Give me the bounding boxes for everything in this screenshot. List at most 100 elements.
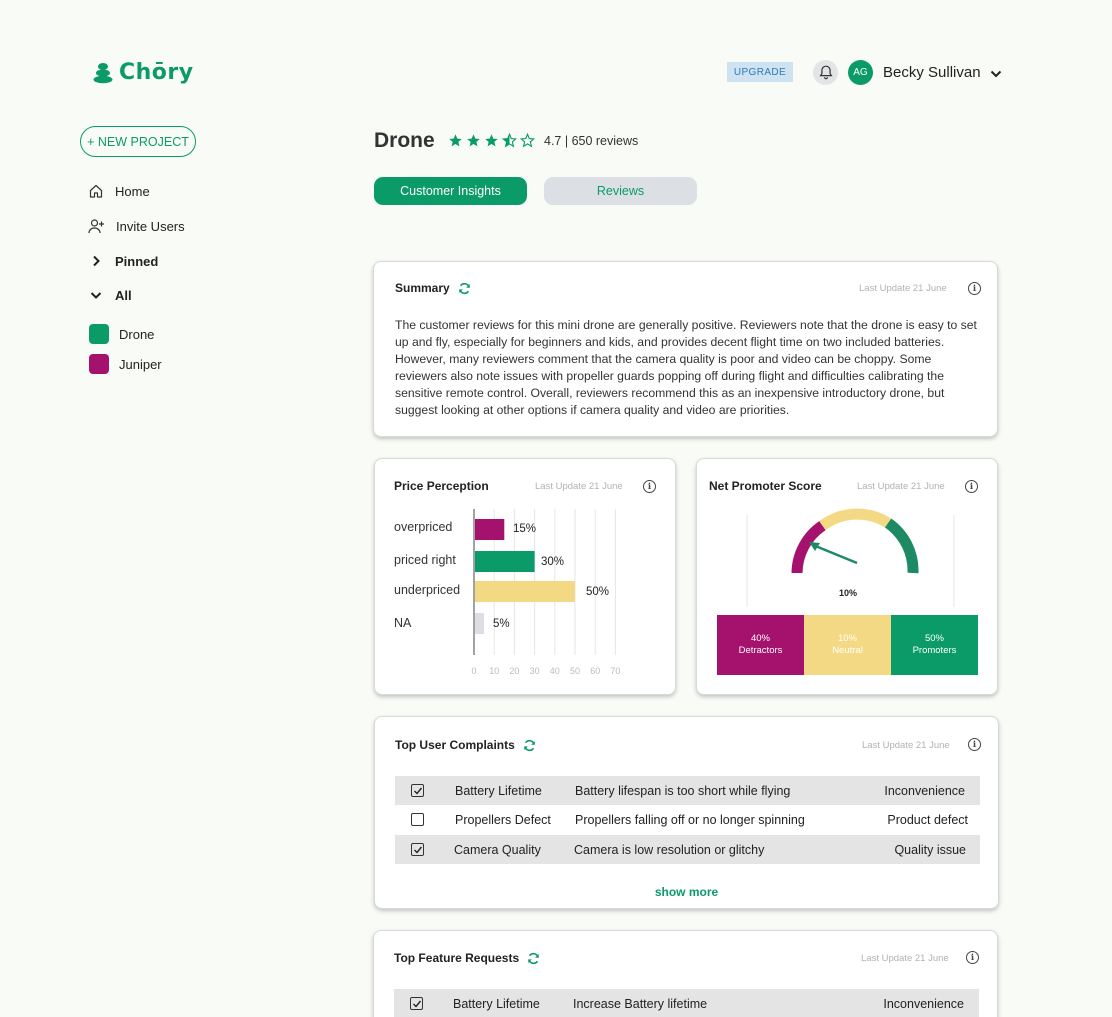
bar-category-label: underpriced [394,583,461,597]
star-empty-icon [520,133,535,148]
summary-title: Summary [395,281,450,295]
sidebar-item-home[interactable]: Home [88,183,150,199]
add-user-icon [88,219,104,234]
bar-value-label: 5% [493,618,510,630]
bell-icon [818,65,833,80]
star-full-icon [485,134,498,147]
bar-na [475,613,485,634]
bar-value-label: 15% [513,523,537,535]
table-row[interactable]: Battery Lifetime Battery lifespan is too… [395,776,980,805]
feature-requests-card: Top Feature Requests Last Update 21 June… [373,930,998,1017]
row-feature: Propellers Defect [455,812,551,827]
last-updated: Last Update 21 June [861,953,949,964]
tab-customer-insights[interactable]: Customer Insights [374,177,527,205]
segment-pct: 40% [750,633,770,644]
sidebar-item-invite-users[interactable]: Invite Users [88,218,185,234]
bar-category-label: priced right [394,553,456,567]
info-icon[interactable]: i [968,282,981,295]
sidebar-item-label: Home [115,183,150,199]
gauge-detractors-arc [791,521,826,574]
feature-requests-title: Top Feature Requests [394,951,520,965]
x-tick-label: 10 [489,666,499,676]
x-tick-label: 70 [610,666,620,676]
star-rating [448,133,535,148]
row-checkbox[interactable] [410,997,423,1010]
sidebar-item-label: All [115,287,132,303]
table-row[interactable]: Camera Quality Camera is low resolution … [395,835,980,864]
bar-priced-right [475,551,535,572]
app-logo[interactable]: Chōry [93,60,194,85]
row-feature: Camera Quality [454,842,541,857]
check-icon [413,846,422,854]
row-category: Inconvenience [884,783,965,798]
segment-label: Detractors [738,645,783,656]
home-icon [89,184,103,198]
card-title: Top Feature Requests [394,951,540,965]
bar-value-label: 30% [541,556,565,568]
price-chart: 0 10 20 30 40 50 60 70 [471,509,620,676]
card-title: Summary [395,281,471,295]
row-feature: Battery Lifetime [455,783,542,798]
project-label: Juniper [119,356,162,372]
summary-card: Summary Last Update 21 June i The custom… [373,261,998,437]
app-name: Chōry [119,60,194,85]
row-description: Propellers falling off or no longer spin… [575,812,805,827]
star-full-icon [467,134,480,147]
new-project-button[interactable]: + NEW PROJECT [80,126,196,157]
tab-reviews[interactable]: Reviews [544,177,697,205]
last-updated: Last Update 21 June [862,740,950,751]
nps-card: Net Promoter Score Last Update 21 June i… [696,458,998,695]
refresh-icon[interactable] [523,739,536,752]
price-perception-card: Price Perception Last Update 21 June i 0… [374,458,676,695]
row-category: Product defect [887,812,968,827]
star-half-icon [502,133,517,148]
gauge-neutral-arc [819,508,892,531]
bar-overpriced [475,519,505,540]
sidebar-item-pinned[interactable]: Pinned [88,253,158,269]
nps-score: 10% [838,588,857,598]
chevron-down-icon [990,70,1002,78]
info-icon[interactable]: i [966,951,979,964]
nps-segment-detractors: 40% Detractors [717,615,804,675]
bar-category-label: NA [394,616,412,630]
last-updated: Last Update 21 June [859,283,947,294]
nps-segment-promoters: 50% Promoters [891,615,978,675]
rating-summary: 4.7 | 650 reviews [544,134,639,148]
segment-label: Neutral [832,645,863,656]
chevron-down-icon [90,292,102,299]
row-checkbox[interactable] [411,843,424,856]
upgrade-button[interactable]: UPGRADE [727,62,793,82]
row-checkbox[interactable] [411,813,424,826]
x-tick-label: 60 [590,666,600,676]
bar-category-label: overpriced [394,520,453,534]
complaints-title: Top User Complaints [395,738,515,752]
sidebar-item-all[interactable]: All [88,287,132,303]
sidebar-project-juniper[interactable]: Juniper [89,354,162,374]
project-label: Drone [119,326,155,342]
page-title: Drone [374,129,435,152]
row-feature: Battery Lifetime [453,996,540,1011]
row-checkbox[interactable] [411,784,424,797]
x-tick-label: 30 [530,666,540,676]
table-row[interactable]: Propellers Defect Propellers falling off… [395,805,980,834]
sidebar-item-label: Invite Users [116,218,185,234]
nps-segment-neutral: 10% Neutral [804,615,891,675]
check-icon [412,1000,421,1008]
notifications-button[interactable] [813,60,838,85]
bar-value-label: 50% [586,586,610,598]
segment-pct: 10% [837,633,857,644]
avatar[interactable]: AG [848,60,873,85]
sidebar-project-drone[interactable]: Drone [89,324,154,344]
refresh-icon[interactable] [458,282,471,295]
refresh-icon[interactable] [527,952,540,965]
table-row[interactable]: Battery Lifetime Increase Battery lifeti… [394,989,979,1017]
x-tick-label: 50 [570,666,580,676]
info-icon[interactable]: i [968,738,981,751]
show-more-link[interactable]: show more [375,885,998,899]
check-icon [413,787,422,795]
user-name[interactable]: Becky Sullivan [883,64,981,81]
project-color-swatch [89,354,109,374]
user-menu-chevron[interactable] [990,66,1002,84]
segment-label: Promoters [912,645,957,656]
sidebar-item-label: Pinned [115,253,159,269]
